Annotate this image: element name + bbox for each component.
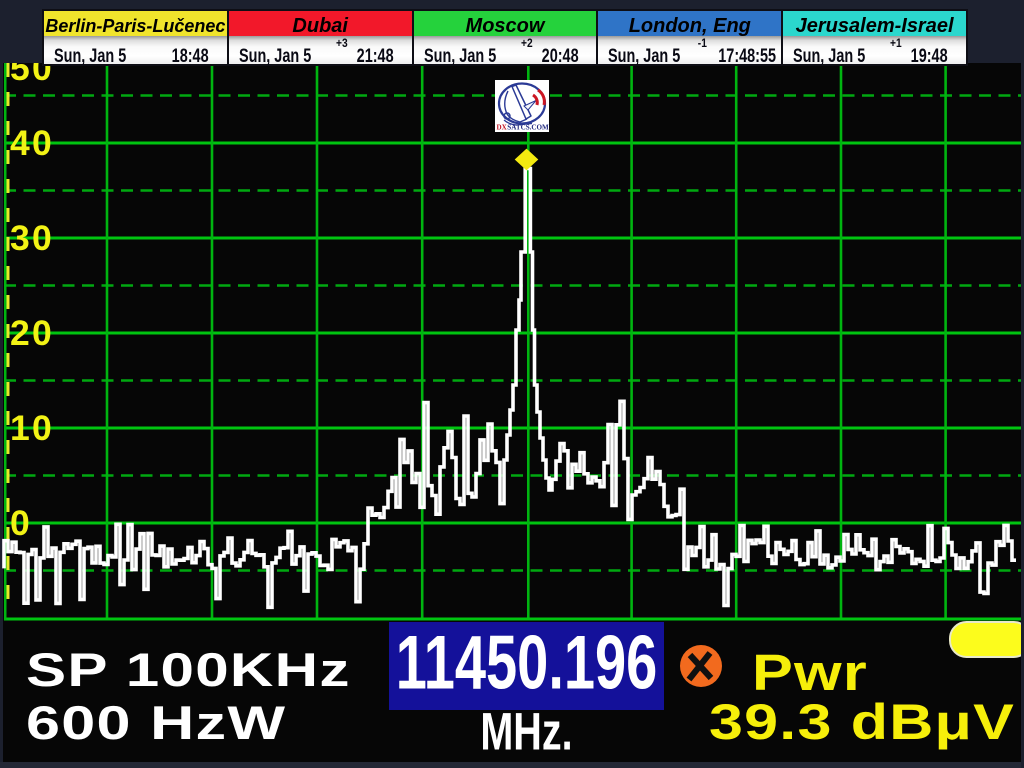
svg-text:10: 10 [10, 408, 54, 448]
svg-text:SATCS.COM: SATCS.COM [507, 124, 549, 132]
svg-text:40: 40 [10, 123, 54, 163]
svg-text:30: 30 [10, 218, 54, 258]
svg-text:DX: DX [497, 124, 508, 132]
svg-text:0: 0 [10, 503, 32, 543]
svg-text:20: 20 [10, 313, 54, 353]
